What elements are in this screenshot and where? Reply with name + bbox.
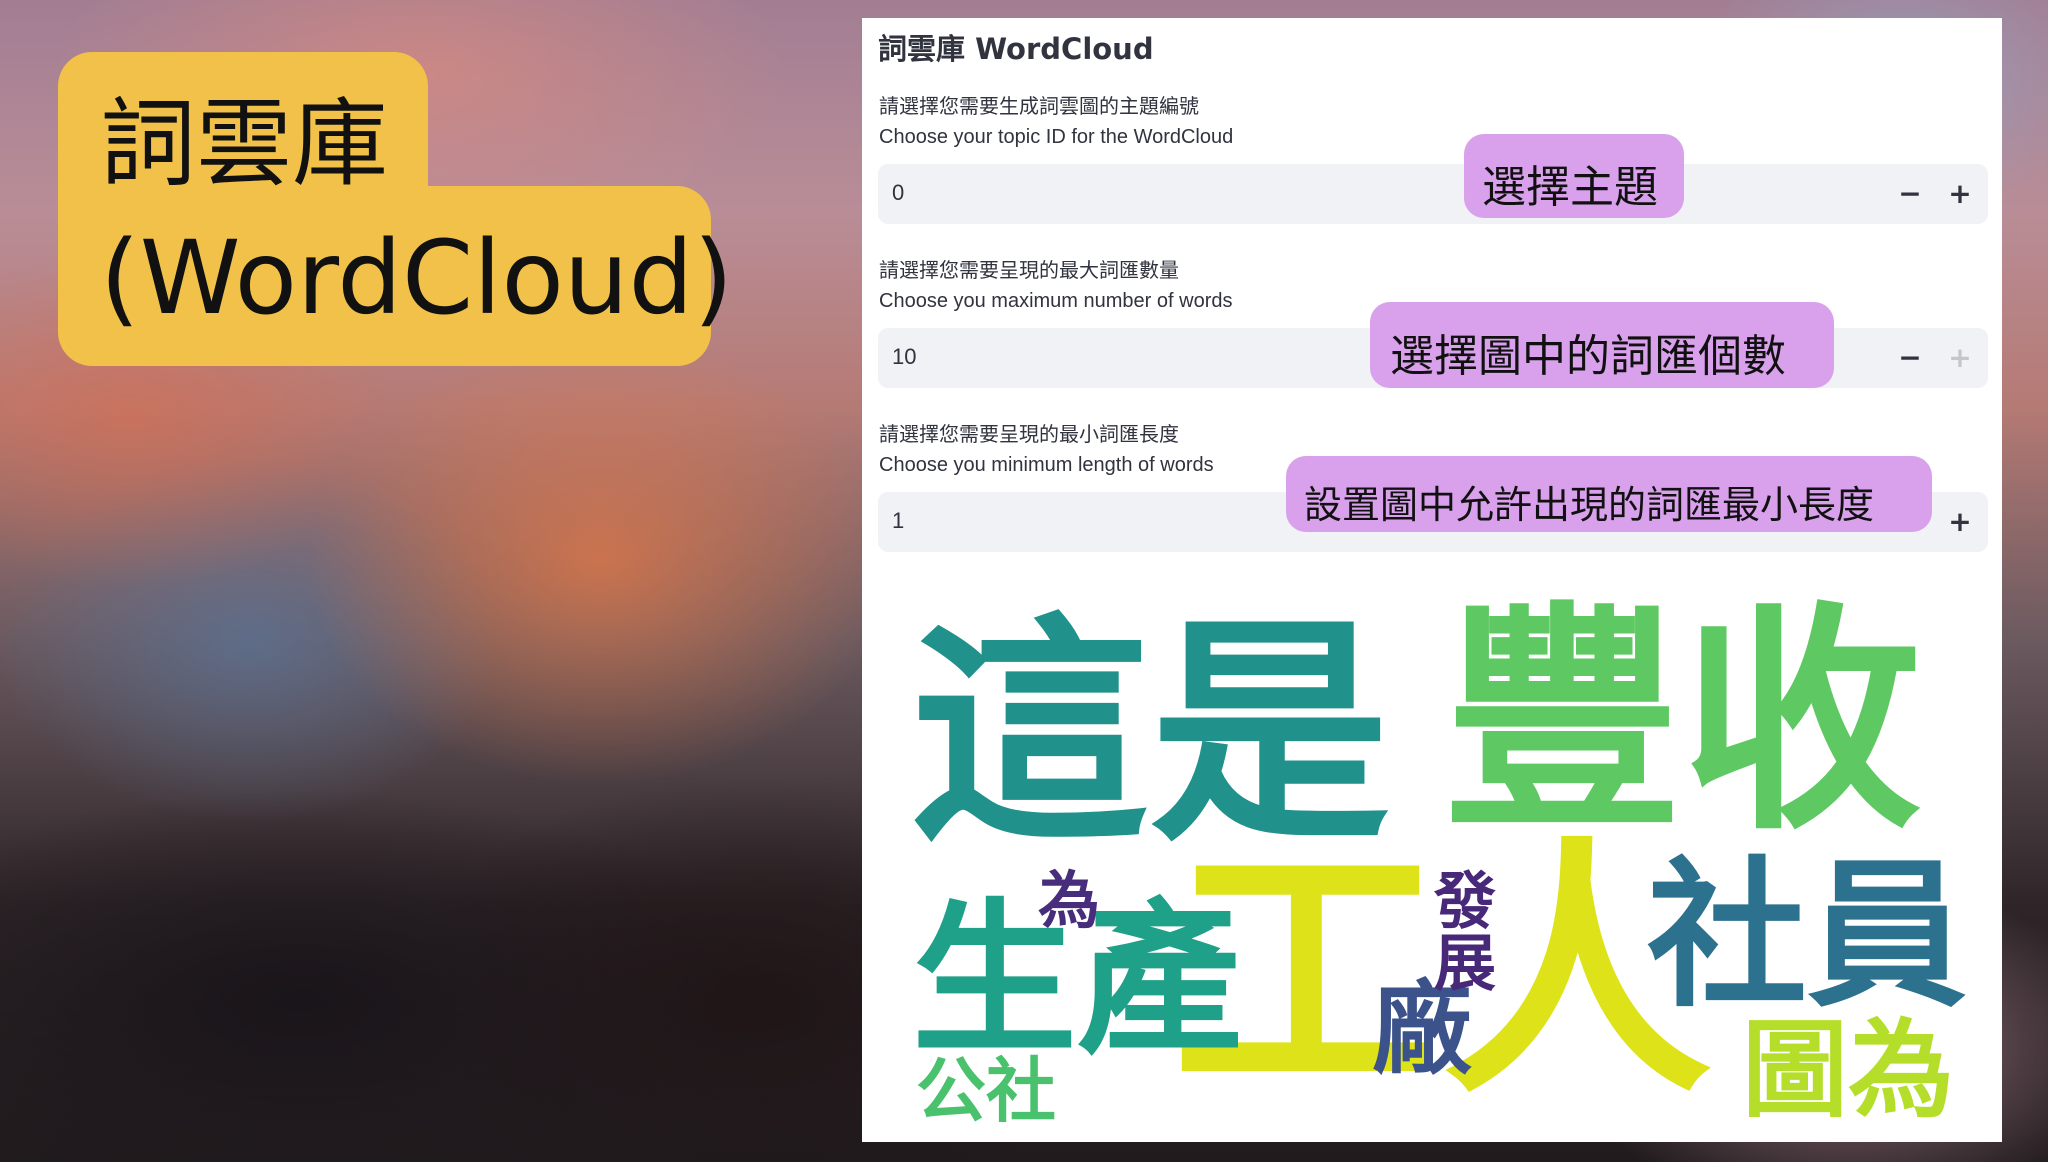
cloud-word-fazhan: 發展 <box>1423 868 1496 992</box>
callout-select-topic: 選擇主題 <box>1464 134 1684 218</box>
callout-select-word-count: 選擇圖中的詞匯個數 <box>1370 302 1834 388</box>
min-length-label-zh: 請選擇您需要呈現的最小詞匯長度 <box>879 424 1179 446</box>
min-length-increment-button[interactable]: + <box>1940 502 1980 542</box>
cloud-word-chang: 廠 <box>1372 971 1472 1088</box>
topic-id-value[interactable]: 0 <box>892 180 904 206</box>
max-words-value[interactable]: 10 <box>892 344 916 370</box>
min-length-label-en: Choose you minimum length of words <box>879 454 1214 476</box>
cloud-word-wei: 為 <box>1038 864 1101 937</box>
topic-label-zh: 請選擇您需要生成詞雲圖的主題編號 <box>879 96 1199 118</box>
max-words-label-zh: 請選擇您需要呈現的最大詞匯數量 <box>879 260 1179 282</box>
max-words-decrement-button[interactable]: − <box>1890 338 1930 378</box>
max-words-increment-button[interactable]: + <box>1940 338 1980 378</box>
callout-min-word-length: 設置圖中允許出現的詞匯最小長度 <box>1286 456 1932 532</box>
cloud-word-sheyuan: 社員 <box>1647 842 1968 1029</box>
app-panel: 詞雲庫 WordCloud 請選擇您需要生成詞雲圖的主題編號 Choose yo… <box>862 18 2002 1142</box>
title-line-chinese: 詞雲庫 <box>100 88 388 200</box>
title-line-english: (WordCloud) <box>100 219 734 338</box>
min-length-value[interactable]: 1 <box>892 508 904 534</box>
wordcloud-image: 這是 豐收 工人 社員 生產 廠 發展 為 圖為 公社 <box>862 598 2002 1138</box>
topic-increment-button[interactable]: + <box>1940 174 1980 214</box>
cloud-word-fengshou: 豐收 <box>1442 582 1923 862</box>
topic-id-input[interactable]: 0 − + <box>878 164 1988 224</box>
topic-decrement-button[interactable]: − <box>1890 174 1930 214</box>
max-words-label-en: Choose you maximum number of words <box>879 290 1233 312</box>
cloud-word-gongshe: 公社 <box>916 1050 1056 1132</box>
page-title: 詞雲庫 WordCloud <box>878 32 1154 66</box>
cloud-word-tuwei: 圖為 <box>1742 1009 1954 1132</box>
topic-label-en: Choose your topic ID for the WordCloud <box>879 126 1234 148</box>
